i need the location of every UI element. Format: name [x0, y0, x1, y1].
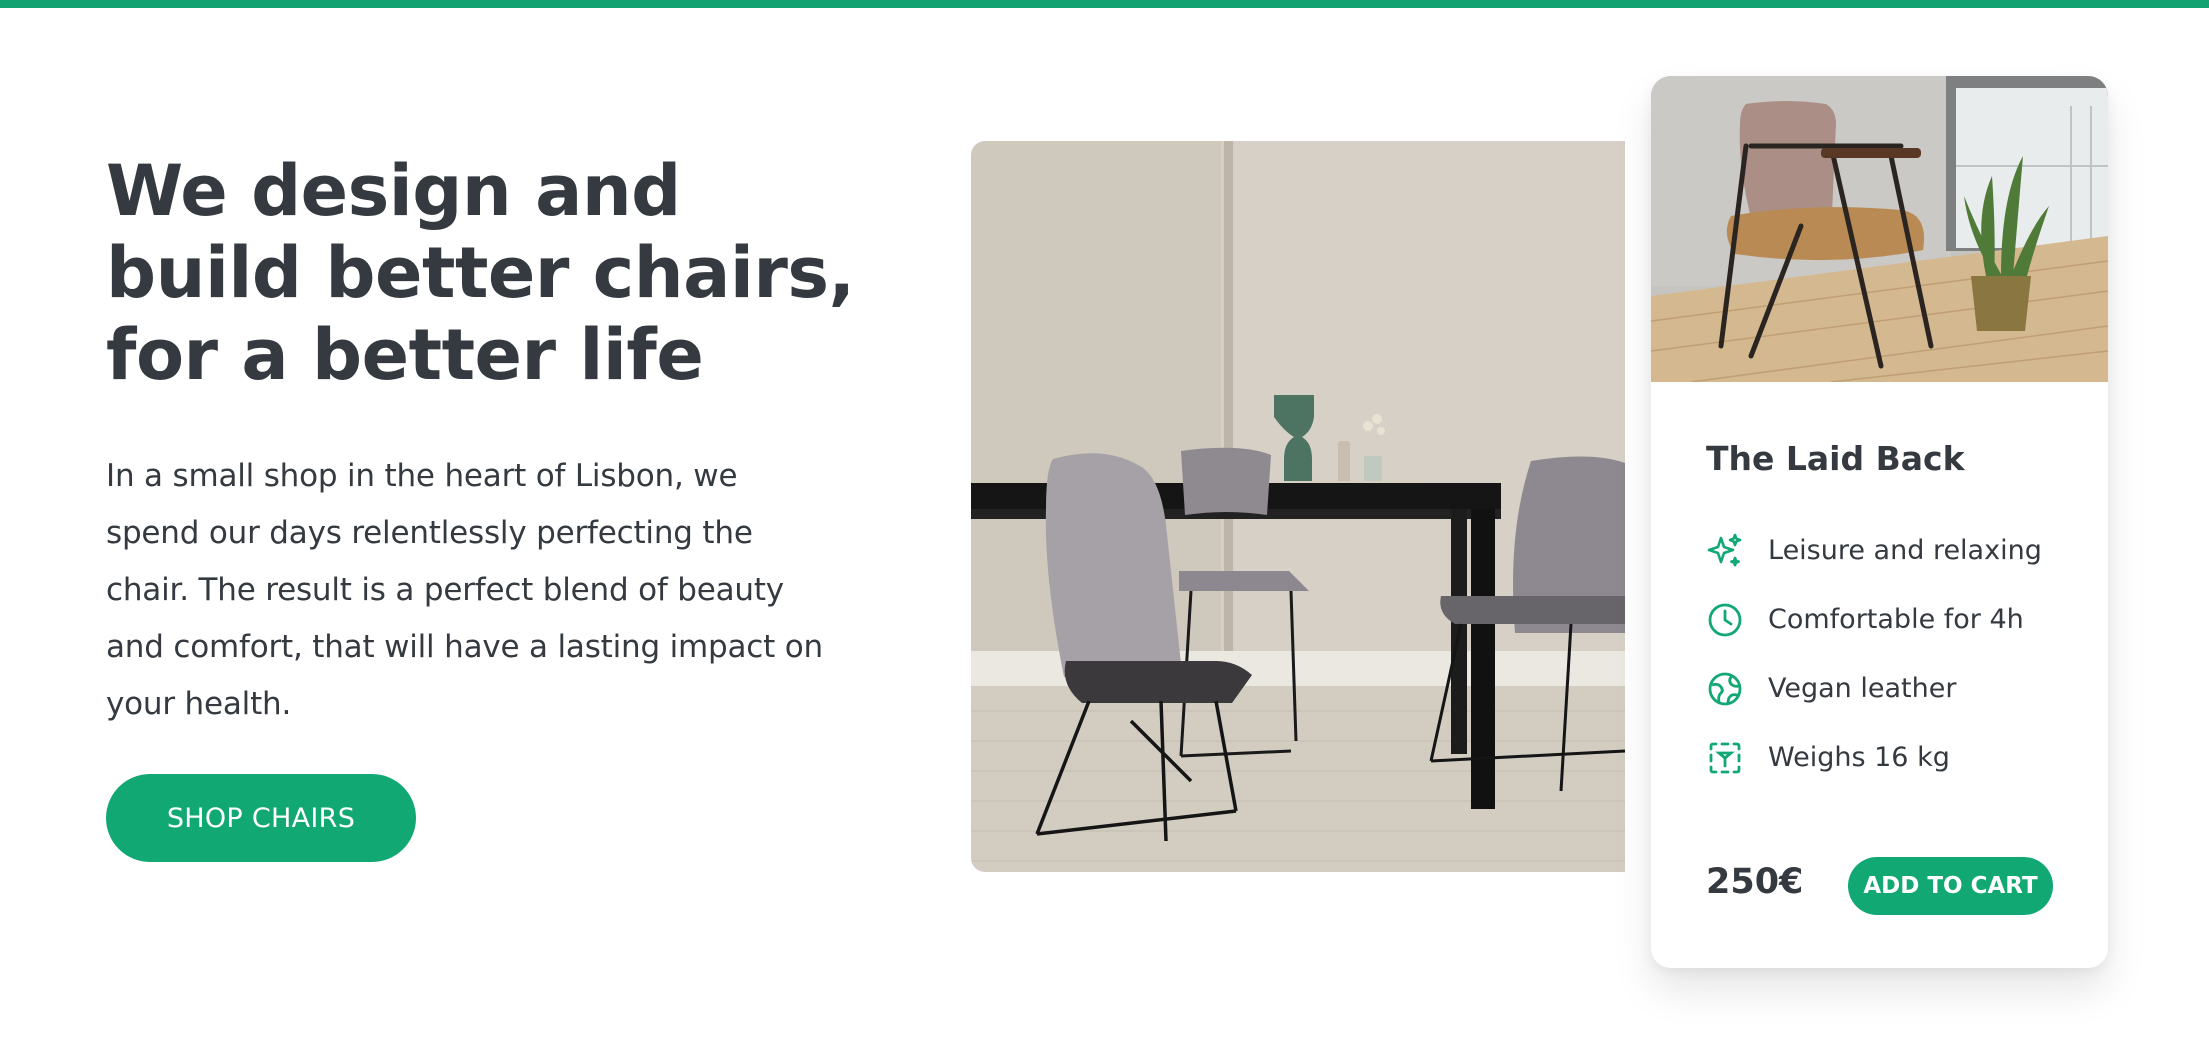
- sparkles-icon: [1706, 532, 1744, 570]
- lounge-chair-photo: [1651, 76, 2108, 382]
- description-line: your health.: [106, 686, 292, 722]
- top-accent-bar: [0, 0, 2209, 8]
- headline-line: We design and: [106, 150, 681, 232]
- dining-room-photo: [971, 141, 1625, 872]
- description-line: and comfort, that will have a lasting im…: [106, 629, 823, 665]
- feature-item: Leisure and relaxing: [1706, 516, 2042, 585]
- feature-label: Vegan leather: [1768, 673, 1957, 704]
- add-to-cart-button[interactable]: ADD TO CART: [1848, 857, 2053, 915]
- feature-label: Comfortable for 4h: [1768, 604, 2024, 635]
- shop-chairs-button[interactable]: SHOP CHAIRS: [106, 774, 416, 862]
- description-line: In a small shop in the heart of Lisbon, …: [106, 458, 738, 494]
- globe-icon: [1706, 670, 1744, 708]
- scale-icon: [1706, 739, 1744, 777]
- feature-item: Vegan leather: [1706, 654, 2042, 723]
- feature-item: Comfortable for 4h: [1706, 585, 2042, 654]
- product-price: 250€: [1706, 862, 1804, 902]
- product-name: The Laid Back: [1706, 439, 1965, 478]
- hero-headline: We design and build better chairs, for a…: [106, 150, 866, 396]
- description-line: chair. The result is a perfect blend of …: [106, 572, 784, 608]
- feature-label: Leisure and relaxing: [1768, 535, 2042, 566]
- product-card: The Laid Back Leisure and relaxing Comfo…: [1651, 76, 2108, 968]
- description-line: spend our days relentlessly perfecting t…: [106, 515, 753, 551]
- hero-description: In a small shop in the heart of Lisbon, …: [106, 448, 846, 733]
- hero-section: We design and build better chairs, for a…: [106, 150, 866, 733]
- feature-list: Leisure and relaxing Comfortable for 4h: [1706, 516, 2042, 792]
- headline-line: build better chairs,: [106, 232, 855, 314]
- headline-line: for a better life: [106, 314, 704, 396]
- feature-label: Weighs 16 kg: [1768, 742, 1950, 773]
- feature-item: Weighs 16 kg: [1706, 723, 2042, 792]
- clock-icon: [1706, 601, 1744, 639]
